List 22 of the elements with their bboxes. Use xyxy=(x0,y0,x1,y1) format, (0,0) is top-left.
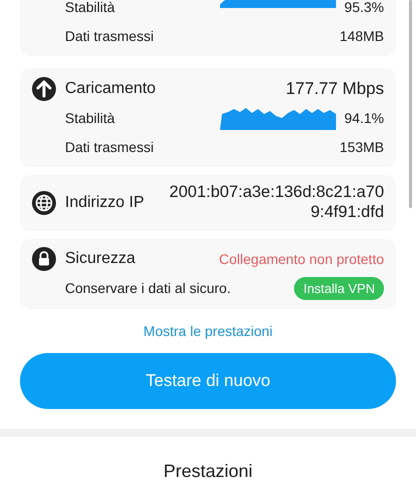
arrow-up-icon xyxy=(32,76,56,100)
lock-icon xyxy=(32,247,56,272)
security-title: Sicurezza xyxy=(65,250,136,268)
speed-value: 177.77 Mbps xyxy=(286,78,384,98)
ip-title: Indirizzo IP xyxy=(65,194,146,212)
data-label: Dati trasmessi xyxy=(65,28,155,44)
ip-address: 2001:b07:a3e:136d:8c21:a709:4f91:dfd xyxy=(168,183,384,223)
data-value: 148MB xyxy=(340,28,384,44)
show-performance-link[interactable]: Mostra le prestazioni xyxy=(143,322,273,339)
stability-value: 94.1% xyxy=(344,110,384,126)
security-status: Collegamento non protetto xyxy=(219,251,384,268)
stability-value: 95.3% xyxy=(344,0,384,14)
security-note: Conservare i dati al sicuro. xyxy=(65,280,232,296)
stability-label: Stabilità xyxy=(65,0,116,14)
section-title: Prestazioni xyxy=(162,460,254,482)
stability-label: Stabilità xyxy=(65,110,116,126)
speed-title: Caricamento xyxy=(65,80,157,98)
retest-button[interactable]: Testare di nuovo xyxy=(20,352,396,409)
data-value: 153MB xyxy=(340,138,384,154)
globe-icon xyxy=(32,190,56,215)
install-vpn-button[interactable]: Installa VPN xyxy=(294,276,384,300)
data-label: Dati trasmessi xyxy=(65,138,155,154)
